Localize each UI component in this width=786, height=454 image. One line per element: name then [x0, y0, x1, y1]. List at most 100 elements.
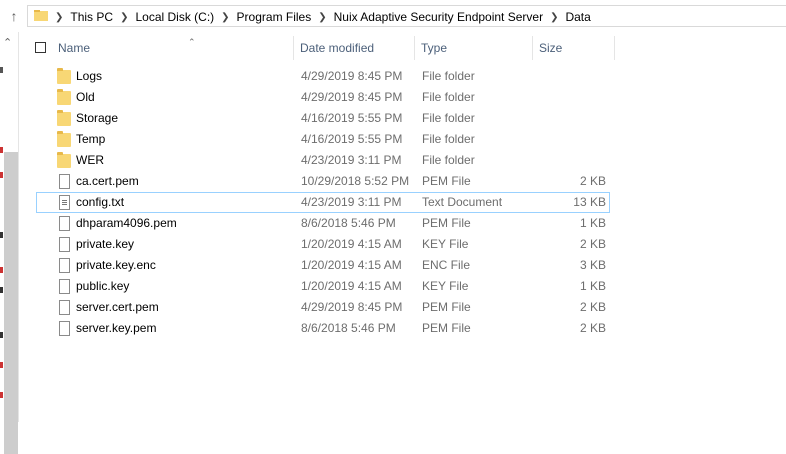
breadcrumb-program-files[interactable]: Program Files [233, 10, 316, 24]
file-icon [59, 237, 70, 252]
file-type: KEY File [422, 279, 469, 293]
chevron-right-icon[interactable]: ❯ [218, 12, 232, 23]
file-date: 4/29/2019 8:45 PM [301, 69, 403, 83]
chevron-right-icon[interactable]: ❯ [547, 12, 561, 23]
column-divider[interactable] [614, 36, 615, 60]
file-date: 4/16/2019 5:55 PM [301, 132, 403, 146]
file-row[interactable]: public.key 1/20/2019 4:15 AM KEY File 1 KB [36, 276, 610, 297]
file-icon [59, 174, 70, 189]
breadcrumb: ❯ This PC ❯ Local Disk (C:) ❯ Program Fi… [52, 6, 595, 28]
file-size: 3 KB [579, 258, 606, 272]
address-bar-area: ↑ ❯ This PC ❯ Local Disk (C:) ❯ Program … [0, 0, 786, 32]
scrollbar-thumb[interactable] [4, 152, 18, 454]
column-size-header[interactable]: Size [539, 36, 616, 60]
file-name: server.key.pem [76, 321, 157, 335]
file-name: Logs [76, 69, 103, 83]
folder-icon [57, 152, 71, 168]
file-icon [59, 216, 70, 231]
breadcrumb-data[interactable]: Data [561, 10, 594, 24]
folder-icon [57, 110, 71, 126]
file-name: server.cert.pem [76, 300, 159, 314]
file-date: 4/29/2019 8:45 PM [301, 300, 403, 314]
up-arrow-icon[interactable]: ↑ [6, 8, 22, 24]
file-size: 13 KB [573, 195, 606, 209]
address-bar[interactable]: ❯ This PC ❯ Local Disk (C:) ❯ Program Fi… [27, 5, 786, 27]
file-row[interactable]: Old 4/29/2019 8:45 PM File folder [36, 87, 610, 108]
folder-icon [57, 68, 71, 84]
file-row[interactable]: dhparam4096.pem 8/6/2018 5:46 PM PEM File 1… [36, 213, 610, 234]
file-icon [59, 279, 70, 294]
chevron-up-icon[interactable]: ⌃ [3, 36, 12, 49]
chevron-right-icon[interactable]: ❯ [315, 12, 329, 23]
file-date: 4/29/2019 8:45 PM [301, 90, 403, 104]
file-type: File folder [422, 111, 475, 125]
folder-icon [34, 10, 48, 21]
file-name: private.key.enc [76, 258, 156, 272]
file-type: Text Document [422, 195, 503, 209]
file-size: 1 KB [579, 216, 606, 230]
folder-icon [57, 89, 71, 105]
file-icon [59, 300, 70, 315]
chevron-right-icon[interactable]: ❯ [117, 12, 131, 23]
breadcrumb-this-pc[interactable]: This PC [66, 10, 117, 24]
chevron-right-icon[interactable]: ❯ [52, 12, 66, 23]
folder-icon [57, 131, 71, 147]
file-icon [59, 321, 70, 336]
file-name: dhparam4096.pem [76, 216, 177, 230]
file-type: PEM File [422, 174, 471, 188]
file-type: KEY File [422, 237, 469, 251]
file-date: 1/20/2019 4:15 AM [301, 237, 402, 251]
column-name-label: Name [58, 41, 91, 55]
column-date-header[interactable]: Date modified [300, 36, 414, 60]
file-row[interactable]: Logs 4/29/2019 8:45 PM File folder [36, 66, 610, 87]
file-date: 4/16/2019 5:55 PM [301, 111, 403, 125]
file-name: Storage [76, 111, 119, 125]
file-name: Temp [76, 132, 106, 146]
file-type: ENC File [422, 258, 471, 272]
file-type: PEM File [422, 321, 471, 335]
text-file-icon [59, 195, 70, 210]
breadcrumb-nuix-server[interactable]: Nuix Adaptive Security Endpoint Server [330, 10, 547, 24]
file-name: public.key [76, 279, 130, 293]
navigation-pane: ⌃ [0, 32, 19, 454]
column-type-header[interactable]: Type [421, 36, 539, 60]
file-date: 8/6/2018 5:46 PM [301, 321, 396, 335]
file-row[interactable]: WER 4/23/2019 3:11 PM File folder [36, 150, 610, 171]
file-row[interactable]: server.cert.pem 4/29/2019 8:45 PM PEM File… [36, 297, 610, 318]
file-row[interactable]: private.key 1/20/2019 4:15 AM KEY File 2 KB [36, 234, 610, 255]
column-divider[interactable] [293, 36, 294, 60]
breadcrumb-local-disk[interactable]: Local Disk (C:) [131, 10, 218, 24]
file-type: PEM File [422, 300, 471, 314]
file-name: private.key [76, 237, 135, 251]
file-size: 2 KB [579, 300, 606, 314]
file-size: 2 KB [579, 174, 606, 188]
column-divider[interactable] [414, 36, 415, 60]
file-name: ca.cert.pem [76, 174, 139, 188]
file-name: Old [76, 90, 95, 104]
file-name: config.txt [76, 195, 125, 209]
column-header: Name ⌃ Date modified Type Size [30, 36, 630, 60]
file-type: PEM File [422, 216, 471, 230]
file-list: Logs 4/29/2019 8:45 PM File folder Old 4/29/… [36, 66, 610, 339]
file-date: 4/23/2019 3:11 PM [301, 153, 402, 167]
file-row[interactable]: server.key.pem 8/6/2018 5:46 PM PEM File 2 … [36, 318, 610, 339]
column-name-header[interactable]: Name ⌃ [58, 36, 324, 60]
file-size: 2 KB [579, 321, 606, 335]
file-row[interactable]: private.key.enc 1/20/2019 4:15 AM ENC File… [36, 255, 610, 276]
file-date: 10/29/2018 5:52 PM [301, 174, 410, 188]
file-type: File folder [422, 153, 475, 167]
column-divider[interactable] [532, 36, 533, 60]
file-row[interactable]: Temp 4/16/2019 5:55 PM File folder [36, 129, 610, 150]
file-date: 1/20/2019 4:15 AM [301, 258, 402, 272]
file-name: WER [76, 153, 104, 167]
file-row[interactable]: config.txt 4/23/2019 3:11 PM Text Document… [36, 192, 610, 213]
sort-up-icon: ⌃ [188, 37, 196, 47]
file-row[interactable]: Storage 4/16/2019 5:55 PM File folder [36, 108, 610, 129]
file-row[interactable]: ca.cert.pem 10/29/2018 5:52 PM PEM File 2 K… [36, 171, 610, 192]
select-all-checkbox[interactable] [35, 42, 46, 53]
file-date: 8/6/2018 5:46 PM [301, 216, 396, 230]
file-date: 4/23/2019 3:11 PM [301, 195, 402, 209]
file-size: 1 KB [579, 279, 606, 293]
file-type: File folder [422, 132, 475, 146]
file-icon [59, 258, 70, 273]
